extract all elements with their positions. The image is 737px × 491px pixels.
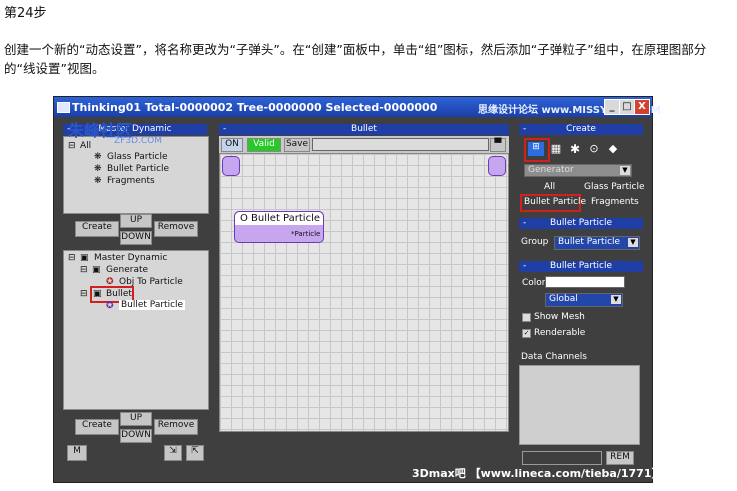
collapse-icon[interactable]: - — [523, 124, 526, 135]
tree-item-bullet-group[interactable]: Bullet — [106, 289, 132, 299]
unlink-icon[interactable]: ⇱ — [186, 445, 204, 461]
remove-button-bottom[interactable]: Remove — [154, 419, 198, 435]
pin-icon[interactable]: ▀ — [490, 138, 506, 152]
global-value: Global — [549, 294, 578, 304]
minimize-button[interactable]: _ — [604, 99, 620, 115]
filter-bullet-particle[interactable]: Bullet Particle — [524, 197, 586, 207]
up-button-bottom[interactable]: UP — [120, 412, 152, 426]
schematic-tree[interactable]: ⊟ ▣ Master Dynamic ⊟ ▣ Generate ✪ Obj To… — [63, 250, 209, 410]
valid-button[interactable]: Valid — [247, 138, 281, 152]
section2-title: Bullet Particle — [549, 261, 613, 271]
bullet-particle-node[interactable]: O Bullet Particle *Particle — [234, 211, 324, 243]
center-panel-header[interactable]: - Bullet — [219, 124, 509, 135]
thinking-window: Thinking01 Total-0000002 Tree-0000000 Se… — [53, 96, 663, 483]
color-label: Color — [522, 278, 546, 288]
group-icon: ▣ — [93, 289, 102, 299]
create-button-bottom[interactable]: Create — [75, 419, 119, 435]
tree-expand-icon[interactable]: ⊟ — [80, 265, 88, 275]
tree-expand-icon[interactable]: ⊟ — [68, 253, 76, 263]
tree-item-bullet[interactable]: Bullet Particle — [107, 164, 169, 174]
name-field[interactable] — [312, 138, 489, 151]
data-channels-label: Data Channels — [521, 352, 587, 362]
show-mesh-checkbox[interactable] — [522, 313, 531, 322]
app-icon — [57, 102, 70, 113]
particle-node-icon: ✪ — [106, 301, 114, 311]
tree-item-master[interactable]: Master Dynamic — [94, 253, 167, 263]
down-button-bottom[interactable]: DOWN — [120, 429, 152, 443]
center-panel-title: Bullet — [351, 124, 377, 134]
node-title: O Bullet Particle — [240, 213, 321, 224]
chevron-down-icon: ▼ — [611, 295, 621, 304]
group-icon: ▣ — [92, 265, 101, 275]
data-channels-list[interactable] — [519, 365, 640, 445]
tree-expand-icon[interactable]: ⊟ — [68, 141, 76, 151]
create-panel-title: Create — [566, 124, 596, 134]
search-icon[interactable]: ⊙ — [586, 142, 602, 156]
particle-icon: ❋ — [94, 176, 102, 186]
operator-icon[interactable]: ▦ — [548, 142, 564, 156]
save-button[interactable]: Save — [284, 138, 310, 152]
generator-dropdown[interactable]: Generator ▼ — [524, 164, 632, 177]
step-description: 创建一个新的“动态设置”，将名称更改为“子弹头”。在“创建”面板中，单击“组”图… — [4, 42, 707, 76]
collapse-icon[interactable]: - — [523, 218, 526, 229]
step-title: 第24步 — [4, 6, 47, 21]
section1-title: Bullet Particle — [549, 218, 613, 228]
window-title: Thinking01 Total-0000002 Tree-0000000 Se… — [72, 101, 438, 114]
global-dropdown[interactable]: Global ▼ — [545, 293, 623, 307]
filter-all[interactable]: All — [544, 182, 555, 192]
remove-button-top[interactable]: Remove — [154, 221, 198, 237]
link-icon[interactable]: ⇲ — [164, 445, 182, 461]
watermark-logo-sub: ZF3D.COM — [114, 136, 162, 146]
tree-expand-icon[interactable]: ⊟ — [80, 289, 88, 299]
m-button[interactable]: M — [67, 445, 87, 461]
tree-item-all[interactable]: All — [80, 141, 91, 151]
down-button-top[interactable]: DOWN — [120, 231, 152, 245]
bullet-particle-header-1[interactable]: - Bullet Particle — [519, 218, 643, 229]
group-label: Group — [521, 237, 549, 247]
chevron-down-icon: ▼ — [628, 238, 638, 247]
particle-icon: ❋ — [94, 152, 102, 162]
renderable-label: Renderable — [534, 328, 586, 338]
maximize-button[interactable]: □ — [619, 99, 635, 115]
title-bar: Thinking01 Total-0000002 Tree-0000000 Se… — [54, 97, 661, 117]
chevron-down-icon: ▼ — [620, 166, 630, 175]
bullet-particle-header-2[interactable]: - Bullet Particle — [519, 261, 643, 272]
tree-item-generate[interactable]: Generate — [106, 265, 148, 275]
create-panel-header[interactable]: - Create — [519, 124, 643, 135]
group-value: Bullet Particle — [558, 237, 621, 247]
filter-fragments[interactable]: Fragments — [591, 197, 639, 207]
up-button-top[interactable]: UP — [120, 214, 152, 228]
master-dynamic-icon: ▣ — [80, 253, 89, 263]
collapse-icon[interactable]: - — [523, 261, 526, 272]
node-subtitle: *Particle — [291, 230, 321, 238]
tree-item-fragments[interactable]: Fragments — [107, 176, 155, 186]
particle-icon: ❋ — [94, 164, 102, 174]
create-button-top[interactable]: Create — [75, 221, 119, 237]
tree-item-bullet-particle[interactable]: Bullet Particle — [119, 300, 186, 310]
output-port[interactable] — [488, 156, 506, 176]
group-icon[interactable]: ⊞ — [528, 142, 544, 156]
rem-button[interactable]: REM — [606, 451, 634, 465]
close-button[interactable]: X — [634, 99, 650, 115]
color-swatch[interactable] — [545, 276, 625, 288]
schematic-graph[interactable]: O Bullet Particle *Particle — [219, 153, 509, 432]
cube-icon[interactable]: ◆ — [605, 142, 621, 156]
filter-glass-particle[interactable]: Glass Particle — [584, 182, 644, 192]
generator-value: Generator — [528, 165, 574, 175]
input-port[interactable] — [222, 156, 240, 176]
dynamic-list[interactable]: ⊟ All ❋ Glass Particle ❋ Bullet Particle… — [63, 136, 209, 214]
channel-name-field[interactable] — [522, 451, 602, 465]
collapse-icon[interactable]: - — [223, 124, 226, 135]
schematic-toolbar: ON Valid Save ▀ — [219, 136, 509, 153]
on-button[interactable]: ON — [221, 138, 243, 152]
group-dropdown[interactable]: Bullet Particle ▼ — [554, 236, 640, 250]
show-mesh-label: Show Mesh — [534, 312, 585, 322]
gear-icon[interactable]: ✱ — [567, 142, 583, 156]
renderable-checkbox[interactable]: ✓ — [522, 329, 531, 338]
watermark-bottom: 3Dmax吧 【www.lineca.com/tieba/1771】 — [412, 467, 663, 480]
tree-item-glass[interactable]: Glass Particle — [107, 152, 167, 162]
